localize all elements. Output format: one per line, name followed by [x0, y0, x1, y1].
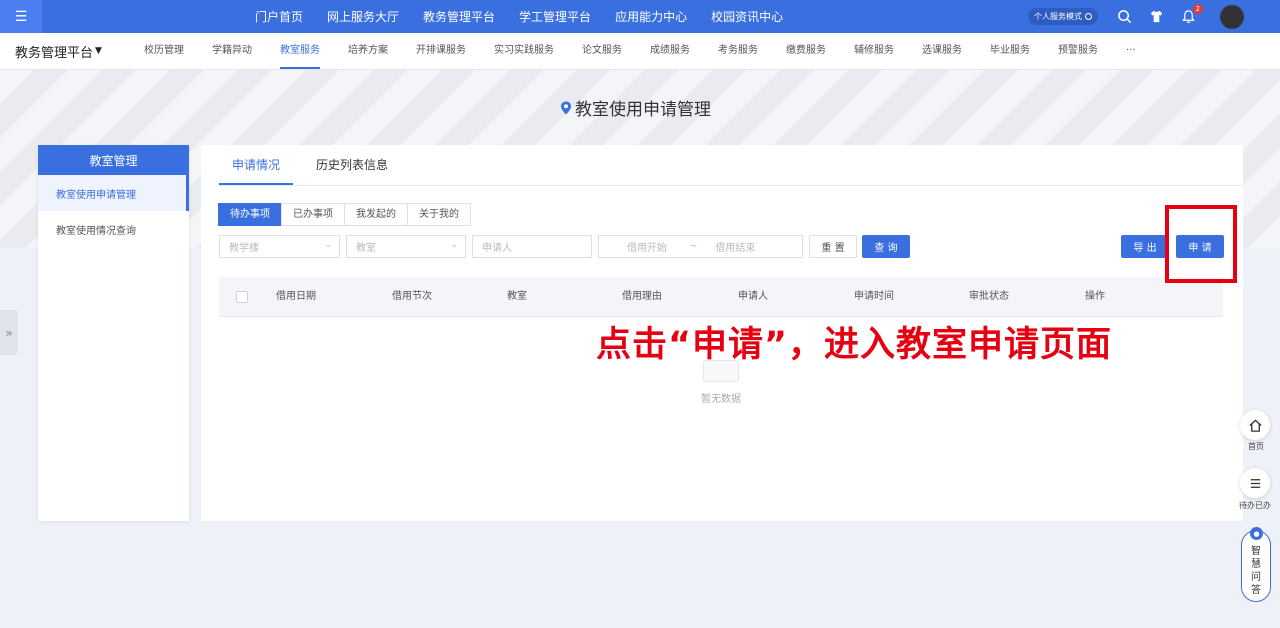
- sub-nav: 校历管理 学籍异动 教室服务 培养方案 开排课服务 实习实践服务 论文服务 成绩…: [130, 33, 1150, 69]
- platform-selector[interactable]: 教务管理平台 ▼: [15, 33, 102, 69]
- export-button[interactable]: 导 出: [1121, 235, 1169, 258]
- building-select[interactable]: 教学楼 ⌄: [219, 235, 340, 258]
- ai-assistant-button[interactable]: ● 智慧问答: [1241, 527, 1271, 602]
- bell-icon[interactable]: 2: [1179, 3, 1203, 26]
- sidebar-item-label: 教室使用情况查询: [56, 225, 136, 237]
- top-nav: 门户首页 网上服务大厅 教务管理平台 学工管理平台 应用能力中心 校园资讯中心: [243, 0, 795, 33]
- col-apply-time: 申请时间: [854, 291, 894, 302]
- applicant-placeholder: 申请人: [482, 243, 512, 254]
- query-button[interactable]: 查 询: [862, 235, 910, 258]
- avatar[interactable]: [1220, 4, 1244, 29]
- page-title: 教室使用申请管理: [560, 95, 711, 120]
- sub-nav-minor[interactable]: 辅修服务: [854, 33, 894, 69]
- table-header: 借用日期 借用节次 教室 借用理由 申请人 申请时间 审批状态 操作: [219, 277, 1223, 317]
- annotation-text: 点击“申请”，进入教室申请页面: [596, 325, 1113, 365]
- top-nav-portal-home[interactable]: 门户首页: [255, 8, 303, 25]
- applicant-input[interactable]: 申请人: [472, 235, 592, 258]
- end-date-placeholder: 借用结束: [715, 243, 756, 254]
- menu-icon[interactable]: ☰: [0, 0, 42, 33]
- sub-nav-internship[interactable]: 实习实践服务: [494, 33, 554, 69]
- sub-nav-bar: 教务管理平台 ▼ 校历管理 学籍异动 教室服务 培养方案 开排课服务 实习实践服…: [0, 33, 1280, 70]
- chat-icon: ●: [1250, 527, 1263, 540]
- sub-nav-course-selection[interactable]: 选课服务: [922, 33, 962, 69]
- toggle-icon: [1085, 13, 1092, 20]
- expand-sidebar-handle[interactable]: »: [0, 310, 18, 355]
- tab-history[interactable]: 历史列表信息: [303, 145, 401, 185]
- top-nav-news-center[interactable]: 校园资讯中心: [711, 8, 783, 25]
- sub-nav-payment[interactable]: 缴费服务: [786, 33, 826, 69]
- top-right-tools: 个人服务模式 2: [1028, 0, 1280, 33]
- sub-nav-grades[interactable]: 成绩服务: [650, 33, 690, 69]
- caret-down-icon: ▼: [95, 46, 102, 56]
- col-reason: 借用理由: [622, 291, 662, 302]
- col-borrow-date: 借用日期: [276, 291, 316, 302]
- list-icon: [1250, 478, 1260, 488]
- reset-button[interactable]: 重 置: [809, 235, 857, 258]
- service-mode-toggle[interactable]: 个人服务模式: [1028, 8, 1098, 25]
- col-classroom: 教室: [507, 291, 527, 302]
- sub-nav-thesis[interactable]: 论文服务: [582, 33, 622, 69]
- tab-bar: 申请情况 历史列表信息: [219, 145, 1243, 186]
- todo-float-button[interactable]: [1240, 468, 1270, 498]
- col-approval-status: 审批状态: [969, 291, 1009, 302]
- sidebar-header: 教室管理: [38, 145, 189, 175]
- platform-name: 教务管理平台: [15, 45, 94, 61]
- empty-state-text: 暂无数据: [701, 394, 741, 405]
- top-nav-service-hall[interactable]: 网上服务大厅: [327, 8, 399, 25]
- sidebar-item-apply-management[interactable]: 教室使用申请管理: [38, 175, 189, 211]
- sub-nav-training-plan[interactable]: 培养方案: [348, 33, 388, 69]
- sub-nav-status-change[interactable]: 学籍异动: [212, 33, 252, 69]
- col-actions: 操作: [1085, 291, 1105, 302]
- home-float-label: 首页: [1248, 442, 1264, 451]
- location-pin-icon: [561, 101, 571, 114]
- sub-nav-calendar[interactable]: 校历管理: [144, 33, 184, 69]
- segment-todo[interactable]: 待办事项: [218, 203, 282, 226]
- tab-application-status[interactable]: 申请情况: [219, 145, 294, 185]
- sub-nav-graduation[interactable]: 毕业服务: [990, 33, 1030, 69]
- home-float-button[interactable]: [1240, 410, 1270, 440]
- range-separator: ~: [689, 241, 698, 252]
- notification-badge: 2: [1192, 3, 1203, 14]
- page-title-text: 教室使用申请管理: [575, 100, 711, 120]
- task-filter-segment: 待办事项 已办事项 我发起的 关于我的: [218, 203, 471, 226]
- segment-initiated[interactable]: 我发起的: [344, 203, 408, 226]
- top-nav-bar: ☰ 门户首页 网上服务大厅 教务管理平台 学工管理平台 应用能力中心 校园资讯中…: [0, 0, 1280, 33]
- sidebar-item-usage-query[interactable]: 教室使用情况查询: [38, 211, 189, 247]
- annotation-highlight-box: [1165, 205, 1237, 283]
- start-date-placeholder: 借用开始: [627, 243, 667, 254]
- building-placeholder: 教学楼: [229, 243, 259, 254]
- shirt-icon[interactable]: [1147, 8, 1165, 26]
- chevron-down-icon: ⌄: [324, 240, 332, 250]
- sub-nav-more[interactable]: ···: [1126, 33, 1136, 69]
- sub-nav-exams[interactable]: 考务服务: [718, 33, 758, 69]
- sub-nav-classroom[interactable]: 教室服务: [280, 33, 320, 69]
- col-borrow-period: 借用节次: [392, 291, 432, 302]
- col-applicant: 申请人: [738, 291, 768, 302]
- segment-done[interactable]: 已办事项: [281, 203, 345, 226]
- todo-float-label: 待办已办: [1239, 501, 1271, 510]
- search-icon[interactable]: [1115, 8, 1133, 26]
- segment-related[interactable]: 关于我的: [407, 203, 471, 226]
- top-nav-app-center[interactable]: 应用能力中心: [615, 8, 687, 25]
- chevron-down-icon: ⌄: [450, 240, 458, 250]
- select-all-checkbox[interactable]: [236, 291, 248, 303]
- classroom-placeholder: 教室: [356, 243, 376, 254]
- sidebar-item-label: 教室使用申请管理: [56, 189, 136, 201]
- classroom-select[interactable]: 教室 ⌄: [346, 235, 466, 258]
- service-mode-label: 个人服务模式: [1034, 12, 1082, 21]
- sidebar: 教室管理 教室使用申请管理 教室使用情况查询: [38, 145, 189, 521]
- sub-nav-warning[interactable]: 预警服务: [1058, 33, 1098, 69]
- home-icon: [1248, 418, 1262, 432]
- top-nav-academic-platform[interactable]: 教务管理平台: [423, 8, 495, 25]
- ai-assistant-label: 智慧问答: [1251, 546, 1261, 596]
- sub-nav-course-scheduling[interactable]: 开排课服务: [416, 33, 466, 69]
- top-nav-student-platform[interactable]: 学工管理平台: [519, 8, 591, 25]
- date-range-picker[interactable]: 借用开始 ~ 借用结束: [598, 235, 803, 258]
